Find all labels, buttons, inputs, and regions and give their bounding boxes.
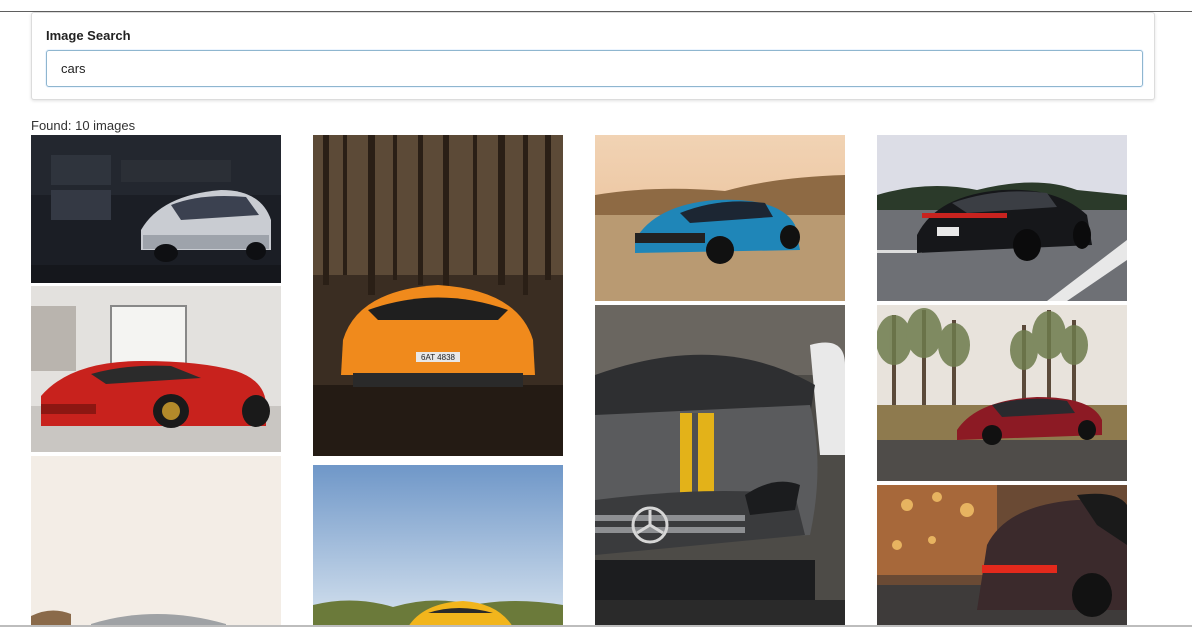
image-car-on-cream-background[interactable] [31,456,281,627]
image-yellow-car-blue-sky[interactable] [313,465,563,627]
search-card: Image Search [31,12,1155,100]
image-red-mercedes-amg-gt-field[interactable] [877,305,1127,481]
search-label: Image Search [46,28,131,43]
search-input[interactable] [46,50,1143,87]
image-red-audi-r8-city-lights[interactable] [877,485,1127,627]
image-blue-camaro-desert[interactable] [595,135,845,301]
license-plate: 6AT 4838 [421,353,456,362]
image-black-porsche-panamera-road[interactable] [877,135,1127,301]
image-orange-lamborghini-forest[interactable]: 6AT 4838 [313,135,563,456]
image-white-camaro-garage[interactable] [31,135,281,283]
image-red-laferrari-showroom[interactable] [31,286,281,452]
results-count: Found: 10 images [31,118,136,133]
image-grey-mercedes-amg-yellow-stripe[interactable] [595,305,845,627]
